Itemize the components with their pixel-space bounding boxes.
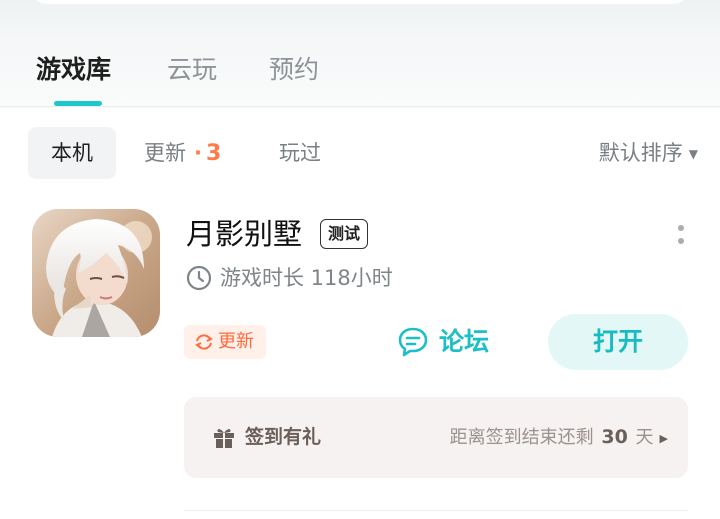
gift-icon	[214, 429, 234, 448]
character-portrait-app-icon	[32, 209, 160, 337]
tab-game-library[interactable]: 游戏库	[36, 52, 111, 88]
playtime-text: 游戏时长 118小时	[220, 266, 393, 290]
refresh-icon	[195, 334, 213, 350]
test-tag-badge: 测试	[320, 219, 369, 249]
countdown-days: 30	[601, 426, 628, 448]
checkin-card[interactable]: 签到有礼 距离签到结束还剩 30 天 ▶	[184, 397, 688, 478]
search-bar[interactable]	[32, 0, 688, 4]
update-label: 更新	[218, 331, 254, 352]
filter-played[interactable]: 玩过	[279, 127, 321, 179]
forum-chat-icon	[398, 327, 428, 357]
countdown-suffix: 天	[635, 427, 654, 448]
filter-local[interactable]: 本机	[28, 127, 116, 179]
forum-label: 论坛	[439, 327, 490, 356]
tab-cloud-play[interactable]: 云玩	[167, 52, 217, 88]
checkin-countdown: 距离签到结束还剩 30 天 ▶	[450, 397, 668, 479]
filter-updates-label: 更新	[144, 141, 186, 165]
updates-count: 3	[205, 141, 222, 166]
countdown-prefix: 距离签到结束还剩	[449, 427, 594, 448]
tab-reservations[interactable]: 预约	[269, 52, 319, 88]
checkin-title: 签到有礼	[245, 426, 322, 448]
caret-down-icon: ▼	[688, 147, 698, 161]
game-title: 月影别墅	[186, 217, 303, 251]
update-button[interactable]: 更新	[184, 325, 266, 359]
clock-icon	[186, 265, 212, 291]
bottom-divider	[184, 510, 688, 511]
sort-label: 默认排序	[598, 141, 683, 165]
separator-dot: ·	[194, 141, 202, 165]
chevron-right-icon: ▶	[659, 431, 668, 445]
open-game-button[interactable]: 打开	[548, 314, 688, 370]
more-options-icon[interactable]	[672, 222, 690, 250]
game-app-icon[interactable]	[32, 209, 160, 337]
filter-updates[interactable]: 更新 · 3	[144, 127, 221, 179]
sort-dropdown[interactable]: 默认排序 ▼	[599, 127, 698, 179]
tabs-divider	[0, 106, 720, 107]
